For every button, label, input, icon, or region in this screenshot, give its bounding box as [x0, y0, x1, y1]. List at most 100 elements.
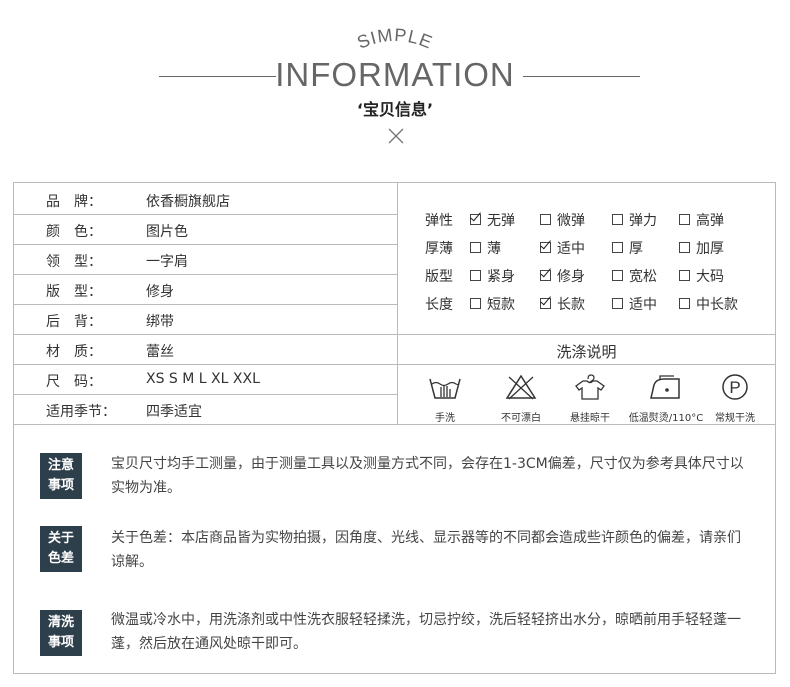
spec-option: 微弹 — [540, 210, 585, 230]
spec-option-text: 适中 — [629, 297, 657, 313]
attr-label: 品 牌： — [46, 194, 102, 210]
unchecked-box-icon — [470, 242, 481, 253]
spec-option: 适中 — [540, 238, 585, 258]
wash-label: 常规干洗 — [715, 413, 755, 424]
attr-row-divider — [13, 364, 398, 365]
checked-box-icon — [470, 214, 481, 225]
spec-option: 短款 — [470, 294, 515, 314]
spec-option: 厚 — [612, 238, 643, 258]
spec-option-text: 修身 — [557, 269, 585, 285]
spec-option-text: 中长款 — [696, 297, 738, 313]
note-tag-line: 色差 — [47, 551, 74, 566]
spec-option-text: 薄 — [487, 241, 501, 257]
svg-text:SIMPLE: SIMPLE — [354, 25, 435, 53]
spec-option: 薄 — [470, 238, 501, 258]
spec-option: 长款 — [540, 294, 585, 314]
attr-value: 四季适宜 — [146, 404, 202, 420]
attr-value: 绑带 — [146, 314, 174, 330]
wash-title: 洗涤说明 — [556, 343, 617, 361]
note-text-color: 关于色差：本店商品皆为实物拍摄，因角度、光线、显示器等的不同都会造成些许颜色的偏… — [111, 530, 741, 570]
attr-label: 领 型： — [46, 254, 102, 270]
note-tag-attention: 注意 事项 — [40, 453, 82, 499]
note-tag-line: 关于 — [47, 531, 74, 546]
spec-option: 宽松 — [612, 266, 657, 286]
checked-box-icon — [540, 270, 551, 281]
spec-option-text: 紧身 — [487, 269, 515, 285]
unchecked-box-icon — [679, 214, 690, 225]
note-tag-color: 关于 色差 — [40, 526, 82, 572]
attr-label: 适用季节： — [46, 404, 116, 420]
unchecked-box-icon — [612, 270, 623, 281]
hang-dry-icon — [575, 374, 605, 400]
attr-label: 材 质： — [46, 344, 102, 360]
spec-option: 修身 — [540, 266, 585, 286]
unchecked-box-icon — [470, 270, 481, 281]
wash-label: 不可漂白 — [501, 413, 541, 424]
wash-item-low-iron: 低温熨烫/110°C — [628, 373, 704, 424]
no-bleach-icon — [505, 374, 537, 400]
attr-row-divider — [13, 334, 398, 335]
simple-label: SIMPLE — [354, 25, 434, 53]
dry-clean-glyph: P — [729, 378, 740, 397]
unchecked-box-icon — [612, 298, 623, 309]
unchecked-box-icon — [679, 298, 690, 309]
spec-option: 紧身 — [470, 266, 515, 286]
attr-row-divider — [13, 274, 398, 275]
spec-option-text: 短款 — [487, 297, 515, 313]
note-tag-line: 注意 — [47, 458, 74, 473]
spec-option: 弹力 — [612, 210, 657, 230]
note-text-washing: 微温或冷水中，用洗涤剂或中性洗衣服轻轻揉洗，切忌拧绞，洗后轻轻挤出水分，晾晒前用… — [111, 612, 741, 652]
attr-row-divider — [13, 304, 398, 305]
spec-option: 无弹 — [470, 210, 515, 230]
spec-option-text: 长款 — [557, 297, 585, 313]
spec-option: 高弹 — [679, 210, 724, 230]
note-tag-line: 清洗 — [47, 615, 74, 630]
note-tag-washing: 清洗 事项 — [40, 610, 82, 656]
attr-label: 后 背： — [46, 314, 102, 330]
attr-value: XS S M L XL XXL — [146, 371, 260, 387]
spec-option-text: 无弹 — [487, 213, 515, 229]
dry-clean-icon: P — [722, 374, 748, 400]
close-decor-icon — [388, 128, 404, 144]
attr-row-divider — [13, 244, 398, 245]
information-title: INFORMATION — [275, 56, 515, 93]
wash-title-divider — [397, 364, 776, 365]
wash-label: 手洗 — [435, 413, 455, 424]
wash-label: 低温熨烫/110°C — [628, 413, 704, 424]
spec-option-text: 适中 — [557, 241, 585, 257]
note-text-attention: 宝贝尺寸均手工测量，由于测量工具以及测量方式不同，会存在1-3CM偏差，尺寸仅为… — [111, 456, 744, 496]
spec-label: 版型 — [425, 269, 453, 285]
attr-value: 一字肩 — [146, 254, 188, 270]
wash-item-dry-clean: P 常规干洗 — [697, 373, 773, 424]
spec-option: 中长款 — [679, 294, 738, 314]
attr-value: 依香橱旗舰店 — [146, 194, 230, 210]
wash-label: 悬挂晾干 — [570, 413, 610, 424]
spec-option: 大码 — [679, 266, 724, 286]
attr-row-divider — [13, 214, 398, 215]
spec-option-text: 加厚 — [696, 241, 724, 257]
spec-label: 厚薄 — [425, 241, 453, 257]
spec-option-text: 宽松 — [629, 269, 657, 285]
simple-arc-svg: SIMPLE — [354, 25, 435, 53]
attr-value: 修身 — [146, 284, 174, 300]
spec-divider — [397, 334, 776, 335]
note-tag-line: 事项 — [47, 635, 74, 650]
unchecked-box-icon — [470, 298, 481, 309]
attr-label: 尺 码： — [46, 374, 102, 390]
spec-option-text: 弹力 — [629, 213, 657, 229]
attr-label: 颜 色： — [46, 224, 102, 240]
checked-box-icon — [540, 242, 551, 253]
spec-option-text: 厚 — [629, 241, 643, 257]
wash-item-hang-dry: 悬挂晾干 — [552, 373, 628, 424]
wash-item-no-bleach: 不可漂白 — [483, 373, 559, 424]
wash-item-hand-wash: 手洗 — [407, 373, 483, 424]
hand-wash-icon — [429, 378, 461, 399]
attr-value: 蕾丝 — [146, 344, 174, 360]
attr-value: 图片色 — [146, 224, 188, 240]
note-tag-line: 事项 — [47, 478, 74, 493]
checked-box-icon — [540, 298, 551, 309]
spec-label: 长度 — [425, 297, 453, 313]
page-subtitle: ‘宝贝信息’ — [356, 100, 434, 119]
attr-row-divider — [13, 394, 398, 395]
attr-label: 版 型： — [46, 284, 102, 300]
